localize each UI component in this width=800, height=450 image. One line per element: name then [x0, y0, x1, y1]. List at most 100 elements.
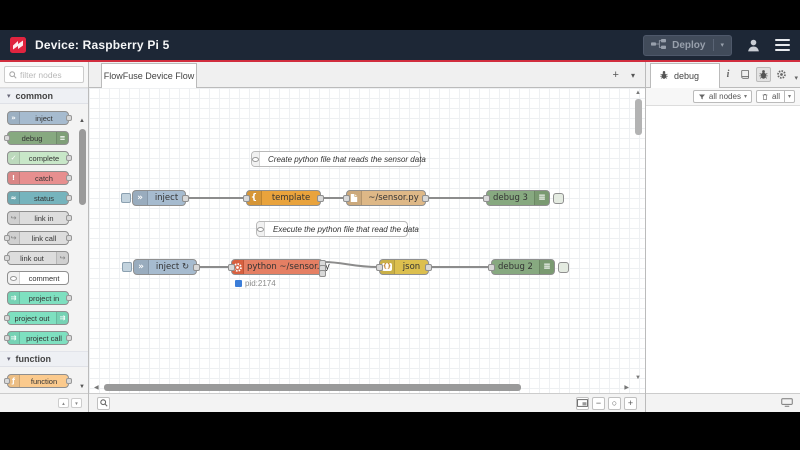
- search-flows-button[interactable]: [97, 396, 110, 410]
- palette-node-inject[interactable]: » inject: [7, 111, 72, 125]
- debug-tab-icon[interactable]: [756, 67, 772, 82]
- palette-node-link-in[interactable]: ↪ link in: [7, 211, 72, 225]
- flow-node-debug-2[interactable]: debug 2 ≡: [488, 259, 569, 275]
- canvas-footer: − ○ +: [89, 393, 645, 412]
- status-icon: ≈: [8, 192, 20, 204]
- flow-list-caret-icon[interactable]: ▾: [631, 71, 635, 80]
- output-port[interactable]: [66, 235, 72, 241]
- node-palette: ▾ common » inject debug ≡ ✓: [0, 62, 89, 412]
- flow-node-debug-3[interactable]: debug 3 ≡: [483, 190, 564, 206]
- palette-node-project-call[interactable]: ⇉ project call: [4, 331, 72, 345]
- input-port[interactable]: [4, 235, 10, 241]
- sidebar-caret-icon[interactable]: ▾: [792, 74, 800, 87]
- palette-node-status[interactable]: ≈ status: [7, 191, 72, 205]
- output-port[interactable]: [66, 215, 72, 221]
- input-port[interactable]: [228, 264, 235, 271]
- input-port[interactable]: [488, 264, 495, 271]
- input-port[interactable]: [243, 195, 250, 202]
- comment-node-execute-python-file[interactable]: Execute the python file that read the da…: [256, 221, 419, 237]
- palette-node-project-in[interactable]: ⇉ project in: [7, 291, 72, 305]
- palette-category-common[interactable]: ▾ common: [0, 88, 88, 104]
- palette-node-debug[interactable]: debug ≡: [4, 131, 69, 145]
- debug-toggle-button[interactable]: [558, 262, 569, 273]
- output-port-rc[interactable]: [319, 270, 326, 277]
- input-port[interactable]: [4, 315, 10, 321]
- palette-scroll-up-icon[interactable]: ▲: [79, 118, 85, 124]
- output-port[interactable]: [66, 195, 72, 201]
- help-book-icon[interactable]: [738, 67, 753, 82]
- output-port[interactable]: [182, 195, 189, 202]
- palette-node-link-call[interactable]: ↪ link call: [4, 231, 72, 245]
- tab-debug[interactable]: debug: [650, 63, 721, 88]
- output-port[interactable]: [425, 264, 432, 271]
- sidebar-tabbar: debug i ▾: [646, 62, 800, 88]
- flow-node-exec-python[interactable]: python ~/sensor.py: [228, 259, 330, 277]
- link-icon: ↪: [8, 212, 20, 224]
- palette-node-link-out[interactable]: link out ↪: [4, 251, 69, 265]
- output-port[interactable]: [66, 175, 72, 181]
- output-port[interactable]: [66, 378, 72, 384]
- canvas-scroll-left-icon[interactable]: ◀: [94, 384, 99, 391]
- input-port[interactable]: [376, 264, 383, 271]
- debug-toggle-button[interactable]: [553, 193, 564, 204]
- open-console-icon[interactable]: [781, 394, 793, 412]
- navigator-button[interactable]: [576, 396, 589, 410]
- deploy-caret-icon[interactable]: ▾: [720, 41, 724, 49]
- output-port[interactable]: [193, 264, 200, 271]
- palette-scrollbar-thumb[interactable]: [79, 129, 86, 205]
- flow-node-file-sensor-py[interactable]: ~/sensor.py: [343, 190, 429, 206]
- menu-icon[interactable]: [775, 38, 790, 52]
- palette-filter-input[interactable]: [20, 69, 78, 80]
- output-port[interactable]: [66, 115, 72, 121]
- input-port[interactable]: [4, 335, 10, 341]
- palette-node-catch[interactable]: ! catch: [7, 171, 72, 185]
- input-port[interactable]: [343, 195, 350, 202]
- output-port[interactable]: [66, 155, 72, 161]
- deploy-button[interactable]: Deploy ▾: [643, 34, 732, 56]
- debug-filter-button[interactable]: all nodes ▾: [692, 90, 752, 103]
- flow-node-json[interactable]: {} json: [376, 259, 432, 275]
- output-port[interactable]: [422, 195, 429, 202]
- add-flow-button[interactable]: +: [613, 70, 619, 81]
- canvas-horizontal-scrollbar-thumb[interactable]: [104, 384, 521, 391]
- palette-category-function[interactable]: ▾ function: [0, 351, 88, 367]
- expand-all-button[interactable]: ▼: [71, 398, 82, 408]
- output-port[interactable]: [66, 335, 72, 341]
- input-port[interactable]: [4, 255, 10, 261]
- collapse-all-button[interactable]: ▲: [58, 398, 69, 408]
- flow-node-inject-repeat[interactable]: » inject ↻: [122, 259, 200, 275]
- palette-node-function[interactable]: ƒ function: [4, 374, 72, 388]
- canvas-scroll-down-icon[interactable]: ▼: [635, 375, 641, 381]
- canvas-scroll-right-icon[interactable]: ▶: [624, 384, 629, 391]
- flow-node-inject[interactable]: » inject: [121, 190, 189, 206]
- debug-clear-caret-button[interactable]: ▾: [784, 90, 795, 103]
- palette-scroll-down-icon[interactable]: ▼: [79, 384, 85, 390]
- canvas-scroll-up-icon[interactable]: ▲: [635, 90, 641, 96]
- config-gear-icon[interactable]: [774, 67, 789, 82]
- zoom-reset-button[interactable]: ○: [608, 396, 621, 410]
- info-tab-icon[interactable]: i: [720, 67, 735, 82]
- palette-node-complete[interactable]: ✓ complete: [7, 151, 72, 165]
- link-icon: ↪: [56, 252, 68, 264]
- palette-node-comment[interactable]: comment: [7, 271, 69, 285]
- canvas-vertical-scrollbar-thumb[interactable]: [635, 99, 642, 135]
- flow-canvas[interactable]: Create python file that reads the sensor…: [89, 88, 645, 393]
- debug-clear-button[interactable]: all: [755, 90, 785, 103]
- tab-flowfuse-device-flow[interactable]: FlowFuse Device Flow: [101, 63, 197, 88]
- output-port[interactable]: [66, 295, 72, 301]
- comment-node-create-python-file[interactable]: Create python file that reads the sensor…: [251, 151, 426, 167]
- input-port[interactable]: [4, 378, 10, 384]
- node-red-app: Device: Raspberry Pi 5 Deploy ▾ filter n…: [0, 30, 800, 412]
- inject-trigger-button[interactable]: [121, 193, 131, 203]
- palette-node-project-out[interactable]: project out ⇉: [4, 311, 69, 325]
- header: Device: Raspberry Pi 5 Deploy ▾: [0, 30, 800, 60]
- zoom-out-button[interactable]: −: [592, 396, 605, 410]
- flowfuse-logo-icon: [10, 37, 26, 53]
- input-port[interactable]: [483, 195, 490, 202]
- inject-trigger-button[interactable]: [122, 262, 132, 272]
- output-port[interactable]: [317, 195, 324, 202]
- user-icon[interactable]: [746, 38, 761, 53]
- zoom-in-button[interactable]: +: [624, 396, 637, 410]
- input-port[interactable]: [4, 135, 10, 141]
- flow-node-template[interactable]: { template: [243, 190, 324, 206]
